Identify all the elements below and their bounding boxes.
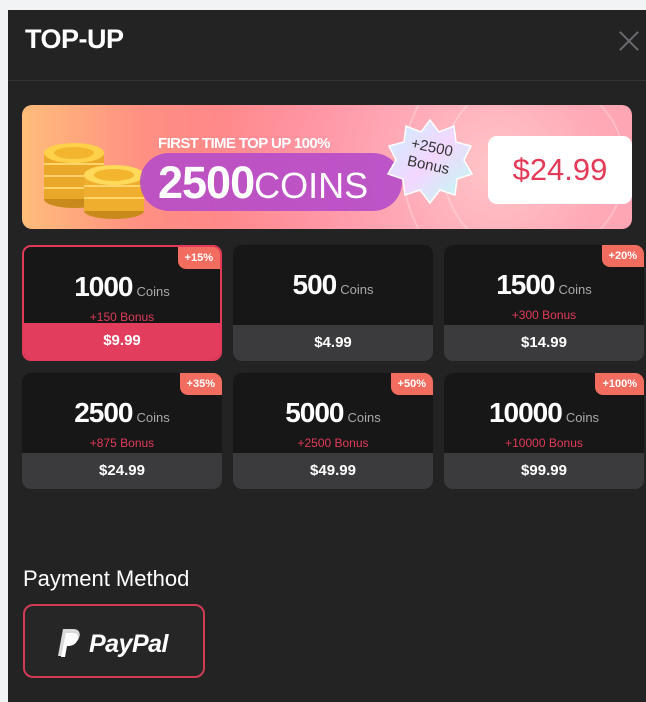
package-card[interactable]: +15% 1000 Coins +150 Bonus $9.99 bbox=[22, 245, 222, 361]
package-coin-count: 2500 bbox=[74, 397, 133, 428]
package-card[interactable]: +35% 2500 Coins +875 Bonus $24.99 bbox=[22, 373, 222, 489]
banner-coins-word: COINS bbox=[254, 165, 369, 206]
package-coin-unit: Coins bbox=[347, 410, 381, 425]
package-coin-unit: Coins bbox=[340, 282, 374, 297]
banner-headline: FIRST TIME TOP UP 100% bbox=[158, 135, 330, 152]
package-amount: 5000 Coins bbox=[233, 397, 433, 429]
first-topup-banner[interactable]: FIRST TIME TOP UP 100% 2500COINS +2500 B… bbox=[22, 105, 632, 229]
banner-price-button[interactable]: $24.99 bbox=[488, 136, 632, 204]
package-bonus-text: +10000 Bonus bbox=[505, 436, 583, 450]
package-amount: 10000 Coins bbox=[444, 397, 644, 429]
modal-header: TOP-UP bbox=[8, 10, 646, 81]
package-bonus-tag: +15% bbox=[177, 247, 220, 269]
payment-method-title: Payment Method bbox=[23, 566, 190, 591]
package-coin-count: 10000 bbox=[488, 397, 563, 428]
paypal-logo-icon bbox=[58, 629, 80, 657]
paypal-label: PayPal bbox=[89, 630, 169, 658]
modal-title: TOP-UP bbox=[25, 24, 124, 54]
package-grid: +15% 1000 Coins +150 Bonus $9.99 500 Coins… bbox=[22, 245, 644, 491]
package-coin-unit: Coins bbox=[558, 282, 592, 297]
package-coin-count: 500 bbox=[292, 269, 338, 300]
package-bonus-tag: +35% bbox=[179, 373, 222, 395]
package-price: $99.99 bbox=[444, 453, 644, 489]
package-coin-count: 1000 bbox=[74, 271, 133, 302]
paypal-button[interactable]: PayPal bbox=[23, 604, 205, 678]
package-card[interactable]: +20% 1500 Coins +300 Bonus $14.99 bbox=[444, 245, 644, 361]
package-amount: 1000 Coins bbox=[24, 271, 220, 303]
package-bonus-tag: +100% bbox=[595, 373, 644, 395]
package-bonus-tag: +20% bbox=[601, 245, 644, 267]
package-card[interactable]: +100% 10000 Coins +10000 Bonus $99.99 bbox=[444, 373, 644, 489]
package-bonus-text: +2500 Bonus bbox=[297, 436, 369, 450]
banner-price: $24.99 bbox=[512, 152, 608, 187]
package-price: $49.99 bbox=[233, 453, 433, 489]
package-coin-count: 1500 bbox=[496, 269, 555, 300]
topup-modal: TOP-UP FIRST TIME TOP UP 100% 2500COINS bbox=[8, 10, 646, 702]
package-amount: 1500 Coins bbox=[444, 269, 644, 301]
package-bonus-text: +150 Bonus bbox=[89, 310, 155, 324]
package-price: $9.99 bbox=[24, 323, 220, 359]
package-card[interactable]: 500 Coins $4.99 bbox=[233, 245, 433, 361]
package-bonus-text: +300 Bonus bbox=[511, 308, 577, 322]
package-bonus-tag: +50% bbox=[390, 373, 433, 395]
package-bonus-text: +875 Bonus bbox=[89, 436, 155, 450]
close-icon[interactable] bbox=[616, 28, 642, 54]
gold-coins-icon bbox=[44, 143, 144, 219]
package-coin-unit: Coins bbox=[136, 410, 170, 425]
package-price: $4.99 bbox=[233, 325, 433, 361]
package-amount: 500 Coins bbox=[233, 269, 433, 301]
package-price: $24.99 bbox=[22, 453, 222, 489]
banner-coins-amount: 2500COINS bbox=[158, 157, 368, 209]
package-coin-unit: Coins bbox=[565, 410, 600, 425]
package-price: $14.99 bbox=[444, 325, 644, 361]
package-card[interactable]: +50% 5000 Coins +2500 Bonus $49.99 bbox=[233, 373, 433, 489]
package-coin-unit: Coins bbox=[136, 284, 170, 299]
banner-coins-number: 2500 bbox=[158, 157, 255, 208]
package-coin-count: 5000 bbox=[285, 397, 344, 428]
package-amount: 2500 Coins bbox=[22, 397, 222, 429]
